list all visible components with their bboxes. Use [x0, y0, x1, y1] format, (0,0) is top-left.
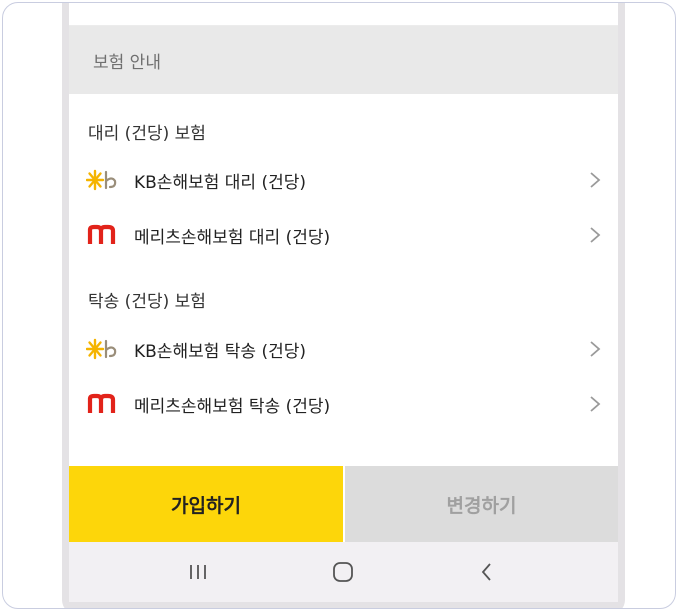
top-panel: [69, 3, 618, 26]
group-label-daeri: 대리 (건당) 보험: [88, 124, 206, 144]
app-screen: 보험 안내 대리 (건당) 보험 KB손해보험 대리 (건당) 메리츠손해보험 …: [69, 3, 618, 602]
meritz-logo-icon: [86, 222, 118, 248]
system-navbar: [69, 542, 618, 602]
section-title: 보험 안내: [93, 52, 161, 73]
screenshot-frame: 보험 안내 대리 (건당) 보험 KB손해보험 대리 (건당) 메리츠손해보험 …: [2, 2, 676, 609]
list-item-kb-daeri[interactable]: KB손해보험 대리 (건당): [69, 156, 618, 204]
chevron-right-icon: [590, 341, 601, 357]
item-label: 메리츠손해보험 탁송 (건당): [134, 396, 331, 417]
chevron-right-icon: [590, 172, 601, 188]
meritz-logo-icon: [86, 391, 118, 417]
join-button[interactable]: 가입하기: [69, 466, 343, 542]
change-button[interactable]: 변경하기: [345, 466, 618, 542]
back-icon[interactable]: [473, 560, 501, 584]
section-header: 보험 안내: [69, 26, 618, 94]
item-label: 메리츠손해보험 대리 (건당): [134, 227, 331, 248]
phone-body: 보험 안내 대리 (건당) 보험 KB손해보험 대리 (건당) 메리츠손해보험 …: [62, 3, 625, 608]
item-label: KB손해보험 대리 (건당): [134, 172, 307, 193]
list-item-meritz-taksong[interactable]: 메리츠손해보험 탁송 (건당): [69, 380, 618, 428]
kb-logo-icon: [86, 167, 118, 193]
chevron-right-icon: [590, 227, 601, 243]
list-item-kb-taksong[interactable]: KB손해보험 탁송 (건당): [69, 325, 618, 373]
recent-apps-icon[interactable]: [184, 560, 212, 584]
list-item-meritz-daeri[interactable]: 메리츠손해보험 대리 (건당): [69, 211, 618, 259]
kb-logo-icon: [86, 336, 118, 362]
group-label-taksong: 탁송 (건당) 보험: [88, 292, 206, 312]
chevron-right-icon: [590, 396, 601, 412]
item-label: KB손해보험 탁송 (건당): [134, 341, 307, 362]
home-icon[interactable]: [329, 560, 357, 584]
